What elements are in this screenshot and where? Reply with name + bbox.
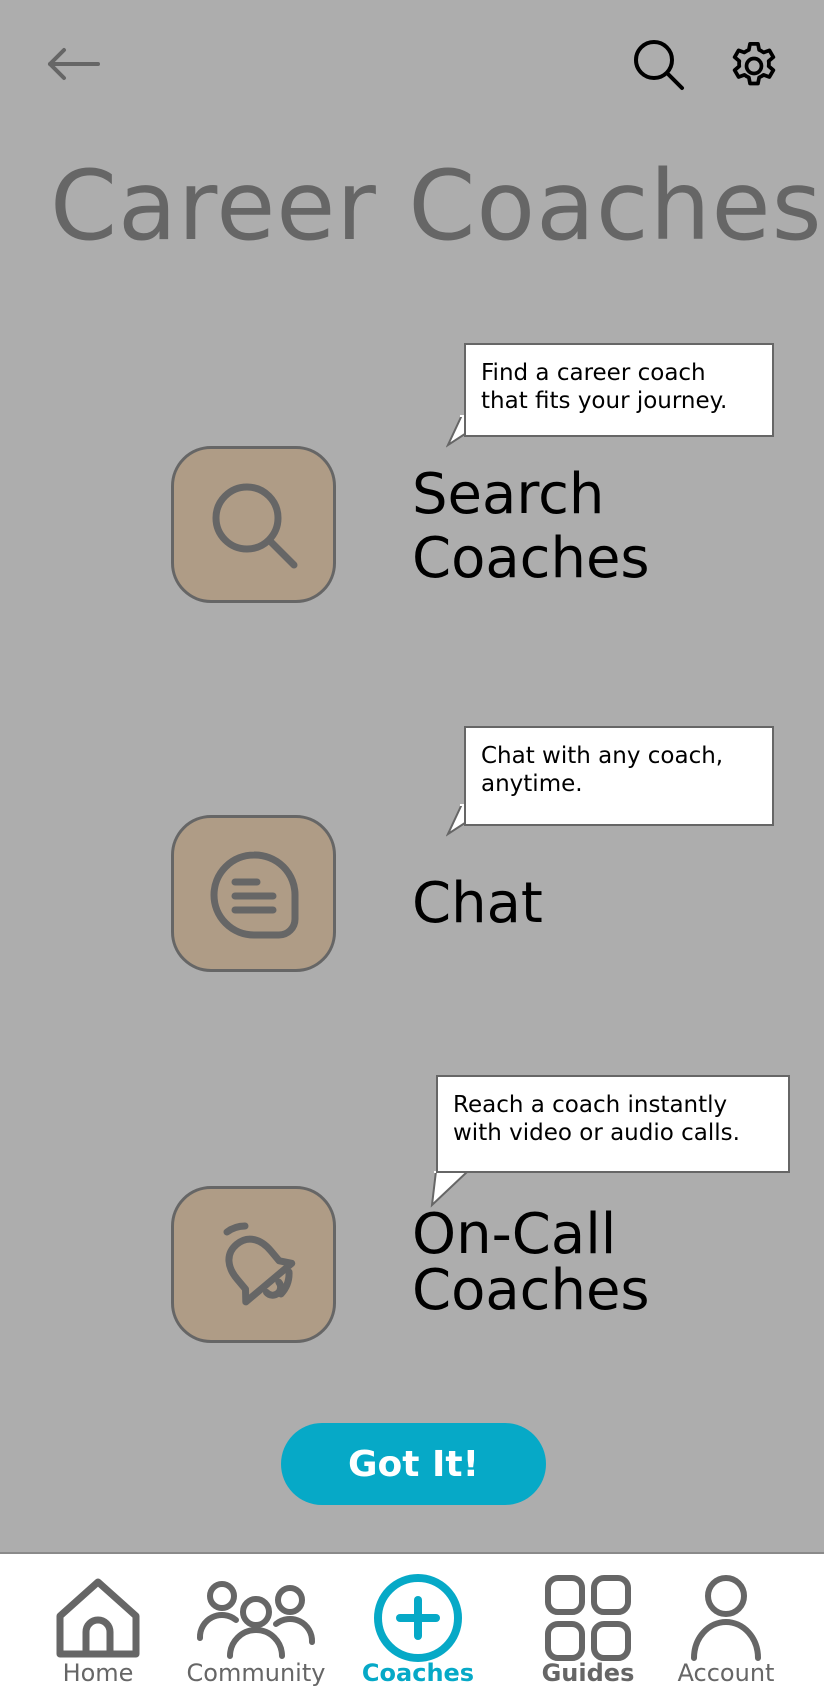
bell-ringing-icon — [223, 1222, 295, 1305]
on-call-coaches-tile[interactable] — [171, 1186, 336, 1343]
nav-item-home[interactable]: Home — [50, 1554, 146, 1694]
search-icon — [212, 483, 297, 568]
home-icon — [56, 1578, 140, 1658]
chat-bubble-icon — [210, 850, 299, 938]
nav-item-account[interactable]: Account — [678, 1554, 774, 1694]
tooltip-text: Reach a coach instantly with video or au… — [436, 1075, 790, 1173]
search-icon — [634, 40, 684, 90]
nav-label: Account — [677, 1659, 775, 1687]
chat-label[interactable]: Chat — [412, 872, 772, 936]
back-button[interactable] — [44, 40, 104, 88]
search-button[interactable] — [632, 38, 686, 92]
nav-label: Coaches — [361, 1659, 475, 1687]
nav-item-community[interactable]: Community — [187, 1554, 325, 1694]
settings-button[interactable] — [726, 38, 782, 94]
search-coaches-label[interactable]: Search Coaches — [412, 463, 672, 591]
nav-label: Guides — [541, 1659, 635, 1687]
nav-item-guides[interactable]: Guides — [540, 1554, 636, 1694]
tooltip-text: Find a career coach that fits your journ… — [464, 343, 774, 437]
arrow-left-icon — [48, 48, 100, 80]
page-title: Career Coaches — [50, 150, 823, 262]
gear-icon — [732, 41, 776, 86]
plus-circle-icon — [374, 1574, 462, 1662]
nav-item-coaches[interactable]: Coaches — [362, 1554, 474, 1694]
bottom-nav: Home Community Coaches Guides Account — [0, 1552, 824, 1694]
nav-label: Home — [62, 1659, 134, 1687]
user-icon — [691, 1575, 761, 1661]
tooltip-text: Chat with any coach, anytime. — [464, 726, 774, 826]
chat-tile[interactable] — [171, 815, 336, 972]
got-it-button[interactable]: Got It! — [281, 1423, 546, 1505]
search-coaches-tile[interactable] — [171, 446, 336, 603]
on-call-coaches-label[interactable]: On-Call Coaches — [412, 1207, 672, 1319]
grid-icon — [545, 1575, 631, 1661]
nav-label: Community — [186, 1659, 326, 1687]
community-icon — [196, 1581, 316, 1659]
